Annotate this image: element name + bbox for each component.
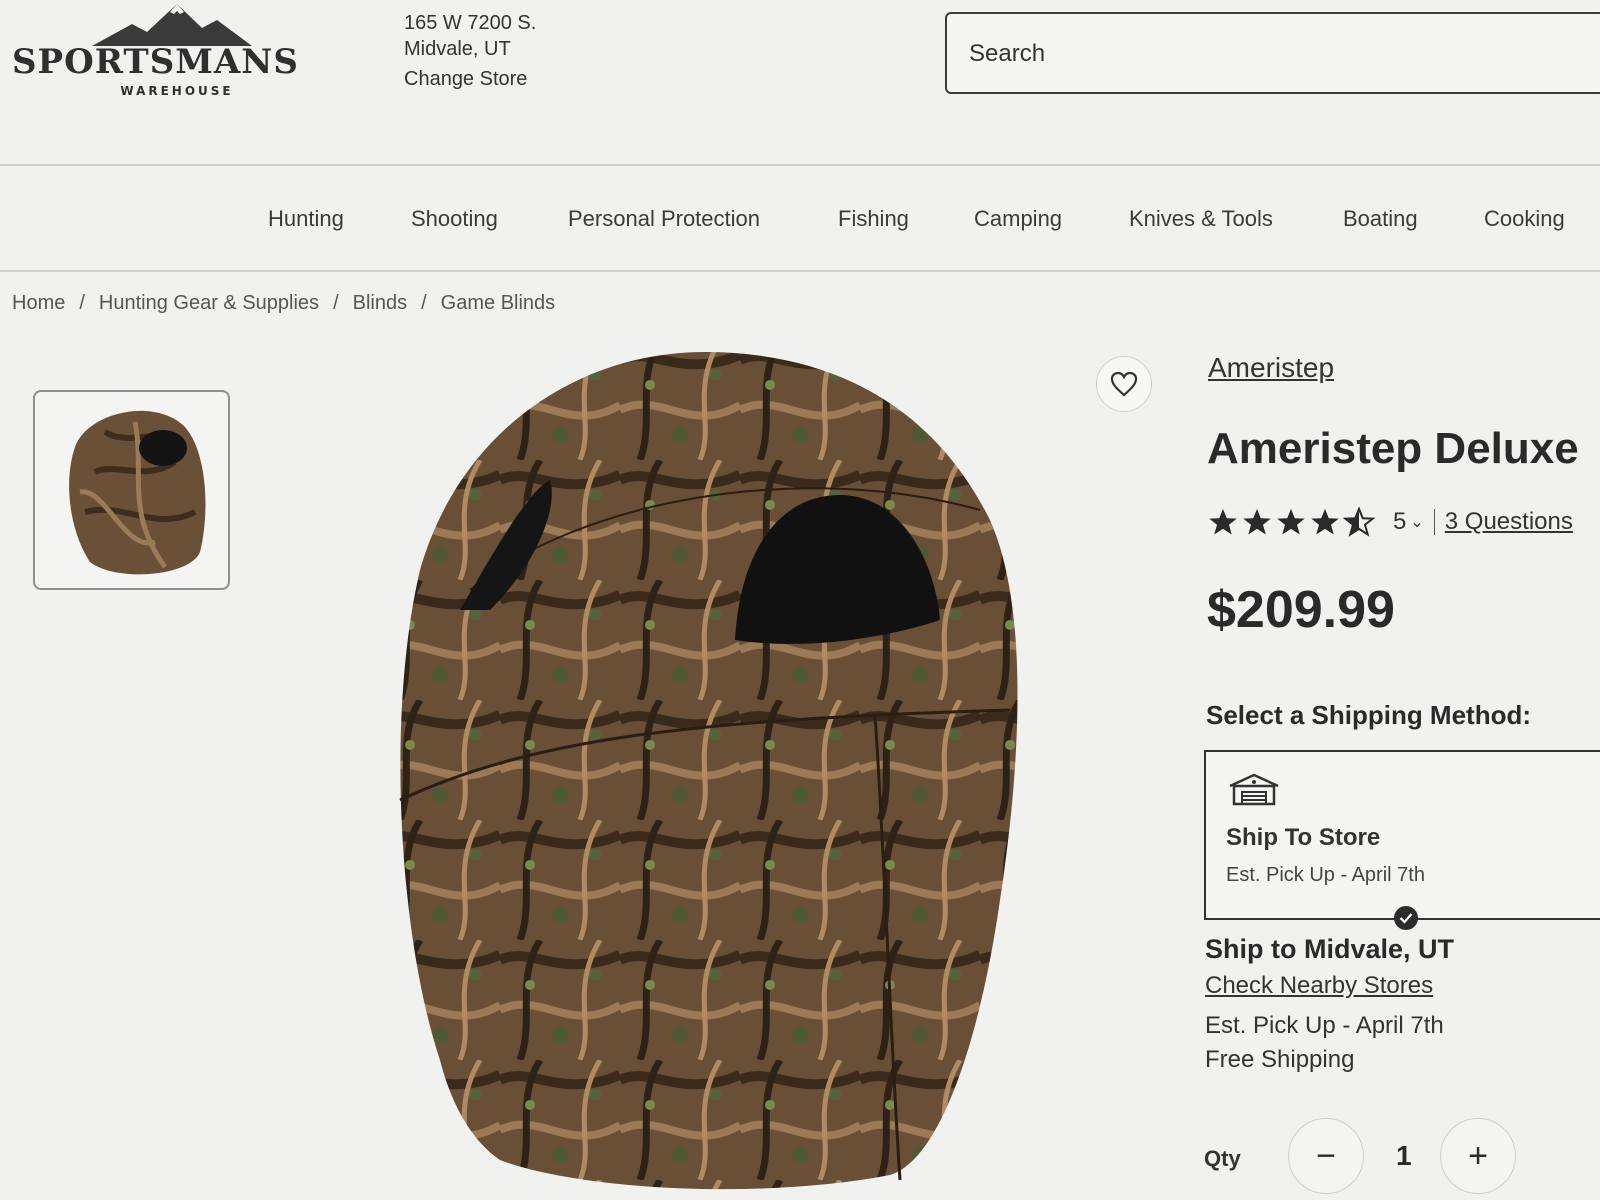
nav-item-knives-tools[interactable]: Knives & Tools	[1129, 206, 1273, 232]
review-count[interactable]: 5	[1393, 508, 1406, 536]
nav-item-personal-protection[interactable]: Personal Protection	[568, 206, 760, 232]
quantity-increase-button[interactable]: +	[1440, 1118, 1516, 1194]
free-shipping-label: Free Shipping	[1205, 1046, 1355, 1073]
nav-item-fishing[interactable]: Fishing	[838, 206, 909, 232]
store-address-line2: Midvale, UT	[404, 38, 511, 60]
check-nearby-stores-link[interactable]: Check Nearby Stores	[1205, 972, 1433, 1000]
nav-item-camping[interactable]: Camping	[974, 206, 1062, 232]
ship-to-store-pickup: Est. Pick Up - April 7th	[1226, 864, 1425, 886]
nav-divider	[0, 270, 1600, 272]
quantity-decrease-button[interactable]: −	[1288, 1118, 1364, 1194]
ship-to-store-option[interactable]: Ship To Store Est. Pick Up - April 7th	[1204, 750, 1600, 920]
camo-blind-image	[399, 351, 1018, 1190]
breadcrumb-separator: /	[79, 292, 85, 314]
rating-stars[interactable]	[1207, 507, 1375, 537]
sportsmans-logo[interactable]: SPORTSMANS WAREHOUSE	[12, 0, 322, 100]
shipping-method-heading: Select a Shipping Method:	[1206, 700, 1532, 730]
logo-subtitle: WAREHOUSE	[120, 84, 234, 98]
selected-check-icon	[1394, 906, 1418, 930]
search-input[interactable]: Search	[945, 12, 1600, 94]
product-main-image[interactable]	[380, 340, 1060, 1200]
store-info: 165 W 7200 S. Midvale, UT Change Store	[404, 10, 536, 92]
store-icon	[1229, 773, 1279, 806]
star-full-icon	[1311, 508, 1339, 535]
heart-icon	[1110, 371, 1138, 397]
breadcrumb-hunting-gear[interactable]: Hunting Gear & Supplies	[99, 292, 319, 314]
breadcrumb-separator: /	[421, 292, 427, 314]
star-full-icon	[1209, 508, 1237, 535]
breadcrumb-separator: /	[333, 292, 339, 314]
estimated-pickup: Est. Pick Up - April 7th	[1205, 1012, 1444, 1039]
breadcrumb-blinds[interactable]: Blinds	[353, 292, 407, 314]
quantity-label: Qty	[1204, 1146, 1241, 1171]
blind-thumbnail-image	[69, 410, 206, 575]
product-thumbnail[interactable]	[33, 390, 230, 590]
header-divider	[0, 164, 1600, 166]
nav-item-boating[interactable]: Boating	[1343, 206, 1418, 232]
breadcrumb-home[interactable]: Home	[12, 292, 65, 314]
questions-link[interactable]: 3 Questions	[1445, 508, 1573, 536]
breadcrumb: Home / Hunting Gear & Supplies / Blinds / Game…	[12, 292, 555, 315]
ship-to-location: Ship to Midvale, UT	[1205, 934, 1455, 964]
nav-item-cooking[interactable]: Cooking	[1484, 206, 1565, 232]
site-header: SPORTSMANS WAREHOUSE 165 W 7200 S. Midva…	[0, 0, 1600, 165]
nav-item-shooting[interactable]: Shooting	[411, 206, 498, 232]
star-full-icon	[1243, 508, 1271, 535]
product-price: $209.99	[1207, 581, 1395, 639]
change-store-link[interactable]: Change Store	[404, 66, 536, 92]
product-rating: 5 ⌄ 3 Questions	[1207, 504, 1573, 540]
star-full-icon	[1277, 508, 1305, 535]
quantity-value[interactable]: 1	[1396, 1140, 1412, 1172]
star-half-icon	[1343, 507, 1375, 537]
mountain-logo-icon	[92, 4, 252, 46]
chevron-down-icon[interactable]: ⌄	[1410, 512, 1423, 532]
rating-divider	[1433, 509, 1435, 535]
favorite-button[interactable]	[1096, 356, 1152, 412]
ship-to-store-title: Ship To Store	[1226, 824, 1381, 851]
product-brand-link[interactable]: Ameristep	[1208, 352, 1334, 384]
main-nav: Hunting Shooting Personal Protection Fis…	[0, 200, 1600, 240]
logo-wordmark: SPORTSMANS	[12, 42, 299, 82]
store-address-line1: 165 W 7200 S.	[404, 12, 537, 34]
breadcrumb-game-blinds[interactable]: Game Blinds	[441, 292, 556, 314]
nav-item-hunting[interactable]: Hunting	[268, 206, 344, 232]
product-title: Ameristep Deluxe	[1207, 424, 1579, 473]
